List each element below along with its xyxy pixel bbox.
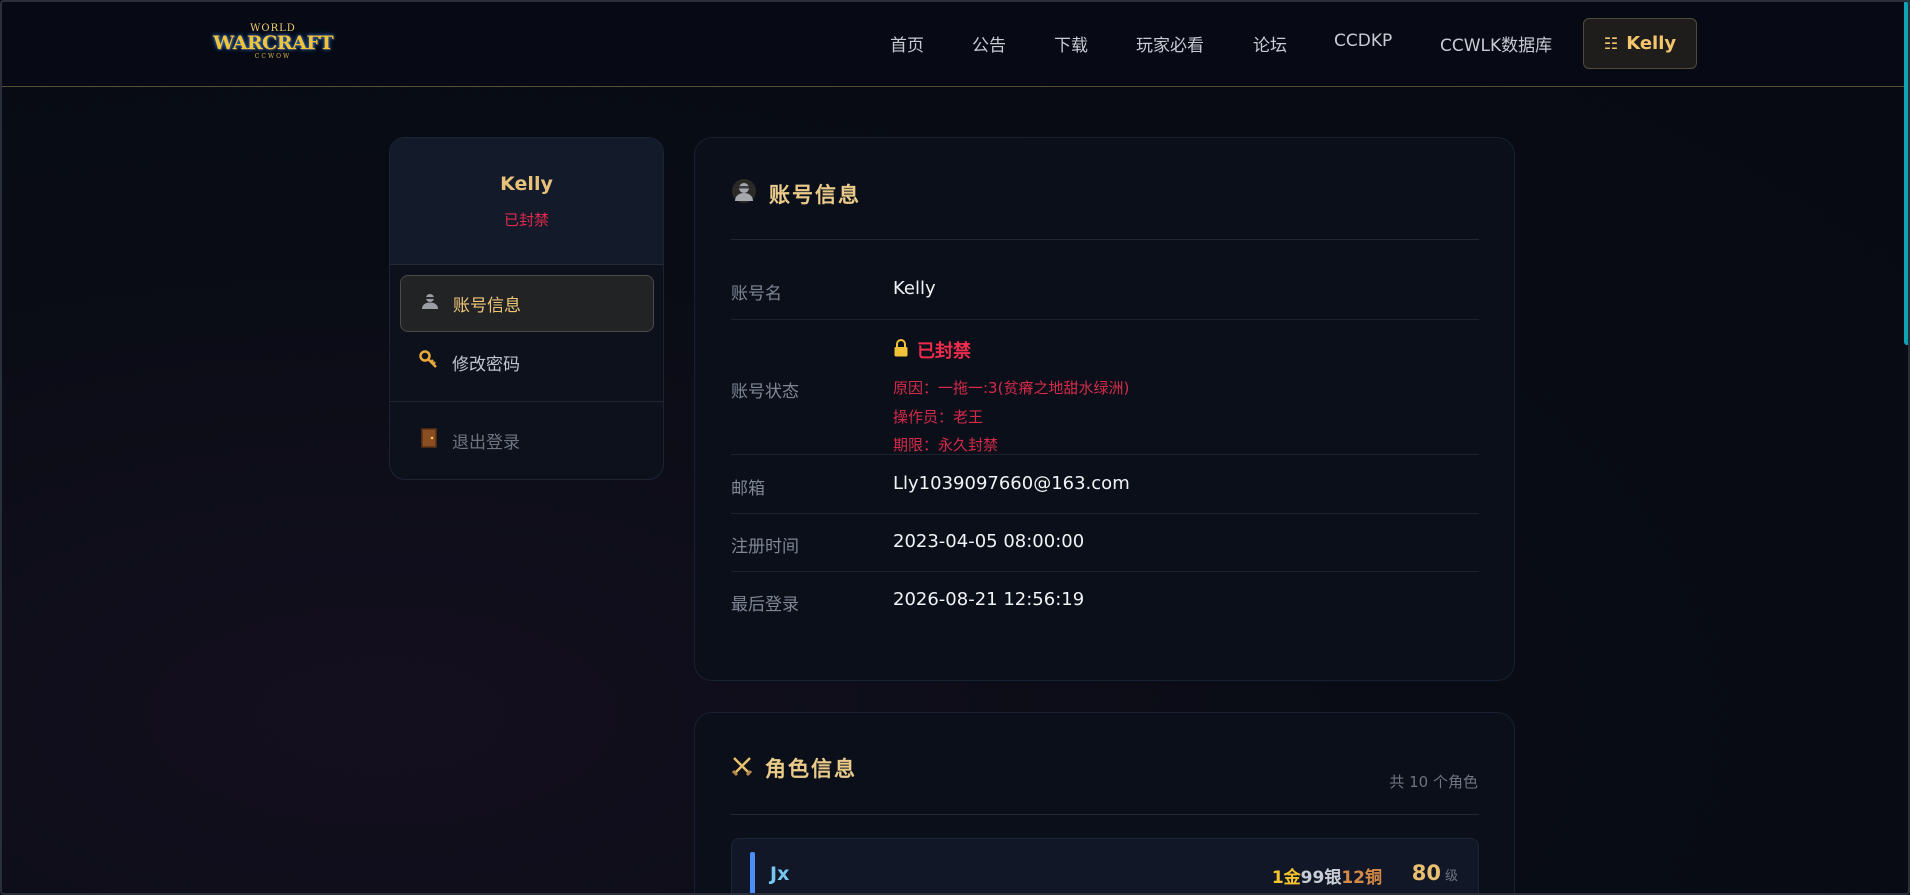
level-number: 80 xyxy=(1411,861,1441,885)
money-silver: 99银 xyxy=(1300,868,1342,888)
character-row[interactable]: Jx 1金99银12铜 80 级 xyxy=(731,838,1479,895)
sidebar-username: Kelly xyxy=(500,172,553,195)
logout-button[interactable]: 退出登录 xyxy=(400,412,654,469)
account-avatar-icon xyxy=(731,178,757,209)
nav-forum[interactable]: 论坛 xyxy=(1253,31,1287,56)
last-login-row: 最后登录 2026-08-21 12:56:19 xyxy=(731,572,1479,630)
account-info-card: 账号信息 账号名 Kelly 账号状态 已封禁 原因：一拖一:3(贫瘠之地甜水绿… xyxy=(694,137,1515,681)
menu-icon: ☷ xyxy=(1603,34,1619,53)
sidebar-item-change-password[interactable]: 修改密码 xyxy=(400,334,654,391)
page-scrollbar[interactable] xyxy=(1904,0,1910,895)
nav-player-guide[interactable]: 玩家必看 xyxy=(1136,31,1204,56)
sidebar-divider xyxy=(390,401,663,402)
nav-announcements[interactable]: 公告 xyxy=(972,31,1006,56)
registered-row: 注册时间 2023-04-05 08:00:00 xyxy=(731,514,1479,572)
email-label: 邮箱 xyxy=(731,479,765,499)
key-icon xyxy=(418,350,440,375)
door-icon xyxy=(418,428,440,453)
registered-value: 2023-04-05 08:00:00 xyxy=(893,531,1085,552)
status-badge: 已封禁 xyxy=(893,337,971,363)
character-money: 1金99银12铜 xyxy=(1272,863,1382,888)
sidebar-item-account-info[interactable]: 账号信息 xyxy=(400,275,654,332)
money-gold: 1金 xyxy=(1271,868,1301,888)
email-value: Lly1039097660@163.com xyxy=(893,473,1130,494)
nav-database[interactable]: CCWLK数据库 xyxy=(1440,31,1552,56)
account-info-title: 账号信息 xyxy=(731,178,861,209)
top-navbar: WORLD WARCRAFT CCWOW 首页 公告 下载 玩家必看 论坛 CC… xyxy=(0,0,1904,87)
account-info-heading: 账号信息 xyxy=(769,181,861,207)
crossed-swords-icon xyxy=(731,755,753,782)
account-sidebar: Kelly 已封禁 账号信息 修改密码 退出登录 xyxy=(389,137,664,480)
scrollbar-thumb[interactable] xyxy=(1904,0,1910,345)
money-copper: 12铜 xyxy=(1341,868,1382,888)
account-name-row: 账号名 Kelly xyxy=(731,262,1479,320)
characters-card: 角色信息 共 10 个角色 Jx 1金99银12铜 80 级 xyxy=(694,712,1515,895)
ban-operator: 操作员：老王 xyxy=(893,408,984,426)
sidebar-profile: Kelly 已封禁 xyxy=(390,138,663,265)
character-name: Jx xyxy=(770,863,790,885)
nav-home[interactable]: 首页 xyxy=(890,31,924,56)
account-status-row: 账号状态 已封禁 原因：一拖一:3(贫瘠之地甜水绿洲) 操作员：老王 期限：永久… xyxy=(731,321,1479,455)
email-row: 邮箱 Lly1039097660@163.com xyxy=(731,456,1479,514)
sidebar-item-label: 修改密码 xyxy=(452,355,520,375)
ban-reason: 原因：一拖一:3(贫瘠之地甜水绿洲) xyxy=(893,379,1130,397)
sidebar-status-badge: 已封禁 xyxy=(503,210,549,229)
class-color-bar xyxy=(750,852,755,895)
characters-title: 角色信息 xyxy=(731,753,857,783)
user-menu-label: Kelly xyxy=(1626,33,1677,54)
nav-ccdkp[interactable]: CCDKP xyxy=(1334,31,1392,51)
title-divider xyxy=(731,239,1479,240)
account-status-label: 账号状态 xyxy=(731,382,799,402)
account-name-label: 账号名 xyxy=(731,284,782,304)
nav-download[interactable]: 下载 xyxy=(1054,31,1088,56)
character-count: 共 10 个角色 xyxy=(1389,773,1478,791)
account-avatar-icon xyxy=(419,292,441,315)
last-login-label: 最后登录 xyxy=(731,595,799,615)
level-unit: 级 xyxy=(1444,869,1458,884)
user-menu-button[interactable]: ☷ Kelly xyxy=(1583,18,1697,69)
lock-icon xyxy=(893,338,909,362)
account-name-value: Kelly xyxy=(893,278,936,299)
characters-heading: 角色信息 xyxy=(765,756,857,781)
sidebar-item-label: 账号信息 xyxy=(453,296,521,316)
main-nav: 首页 公告 下载 玩家必看 论坛 CCDKP CCWLK数据库 xyxy=(0,18,1700,70)
status-text: 已封禁 xyxy=(917,341,971,362)
registered-label: 注册时间 xyxy=(731,537,799,557)
title-divider xyxy=(731,814,1479,815)
character-level: 80 级 xyxy=(1412,861,1458,885)
logout-label: 退出登录 xyxy=(452,433,520,453)
ban-term: 期限：永久封禁 xyxy=(893,436,999,454)
last-login-value: 2026-08-21 12:56:19 xyxy=(893,589,1085,610)
